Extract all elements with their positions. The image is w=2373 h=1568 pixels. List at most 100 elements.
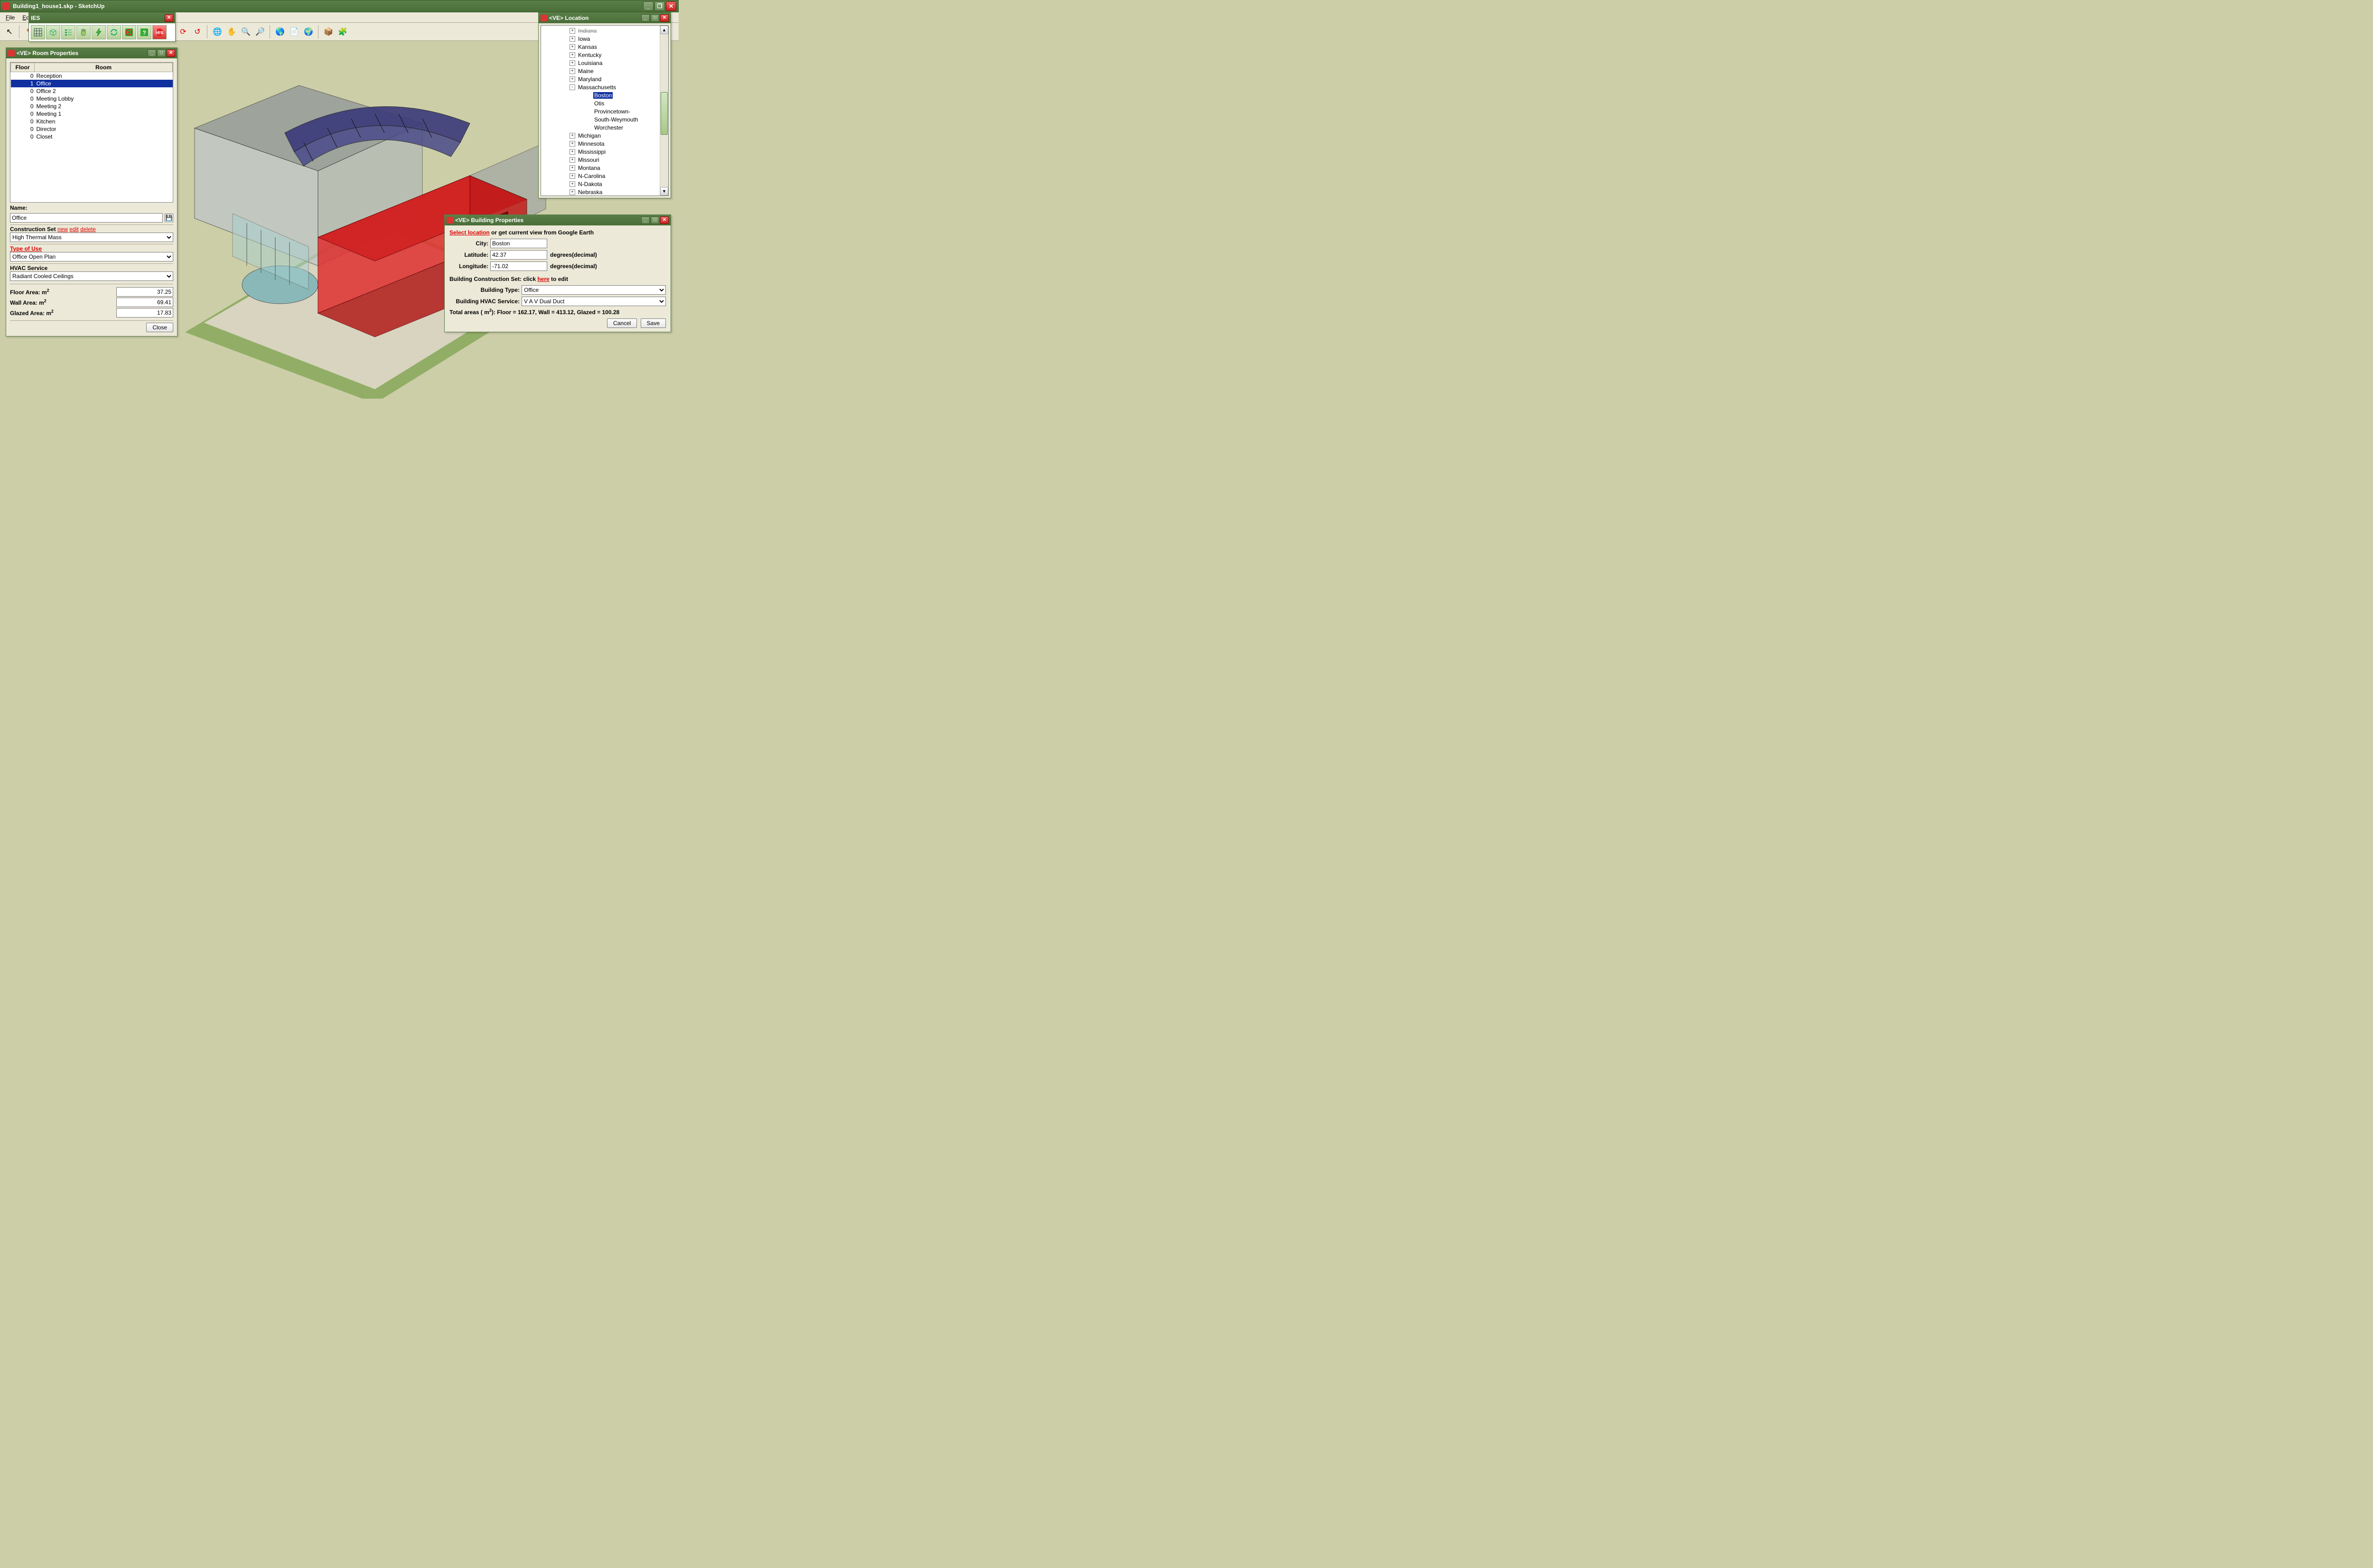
model-3d-view[interactable] — [176, 28, 555, 399]
building-properties-min-button[interactable]: _ — [641, 216, 650, 224]
tree-node[interactable]: +Minnesota — [541, 140, 668, 148]
tree-node[interactable]: +N-Carolina — [541, 172, 668, 180]
scroll-thumb[interactable] — [661, 92, 668, 135]
tree-expand-icon[interactable]: + — [570, 60, 575, 66]
tree-expand-icon[interactable]: + — [570, 189, 575, 195]
table-row[interactable]: 0Meeting 1 — [11, 110, 173, 118]
wall-area-input[interactable] — [116, 298, 173, 307]
building-properties-titlebar[interactable]: <VE> Building Properties _ □ ✕ — [445, 215, 671, 225]
tree-node[interactable]: +Kansas — [541, 43, 668, 51]
lon-input[interactable] — [490, 261, 547, 271]
btype-select[interactable]: Office — [522, 285, 666, 295]
tree-node-label[interactable]: Maryland — [577, 76, 602, 83]
tree-node[interactable]: +Louisiana — [541, 59, 668, 67]
tree-expand-icon[interactable]: - — [570, 84, 575, 90]
window-close-button[interactable]: ✕ — [666, 1, 676, 11]
scroll-down-icon[interactable]: ▼ — [660, 187, 668, 196]
select-tool-icon[interactable]: ↖ — [3, 25, 16, 38]
construction-edit-link[interactable]: edit — [69, 226, 78, 233]
room-properties-max-button[interactable]: □ — [157, 49, 166, 57]
window-minimize-button[interactable]: _ — [643, 1, 654, 11]
location-max-button[interactable]: □ — [651, 14, 659, 22]
tree-expand-icon[interactable]: + — [570, 173, 575, 179]
tree-node[interactable]: Provincetown- — [541, 107, 668, 115]
tree-expand-icon[interactable]: + — [570, 133, 575, 139]
tree-expand-icon[interactable]: + — [570, 165, 575, 171]
bp-cancel-button[interactable]: Cancel — [607, 318, 637, 328]
tree-node[interactable]: +Indiana — [541, 27, 668, 35]
ies-bolt-icon[interactable] — [92, 25, 106, 39]
tree-node-label[interactable]: N-Dakota — [577, 181, 603, 187]
bhvac-select[interactable]: V A V Dual Duct — [522, 297, 666, 306]
room-properties-min-button[interactable]: _ — [148, 49, 156, 57]
tree-expand-icon[interactable]: + — [570, 44, 575, 50]
tree-node-label[interactable]: Massachusetts — [577, 84, 617, 91]
tree-node-label[interactable]: Worchester — [593, 124, 624, 131]
tree-node-label[interactable]: Louisiana — [577, 60, 603, 66]
glazed-area-input[interactable] — [116, 308, 173, 317]
room-properties-close-button[interactable]: ✕ — [167, 49, 175, 57]
tree-node[interactable]: South-Weymouth — [541, 115, 668, 123]
location-min-button[interactable]: _ — [641, 14, 650, 22]
ies-list-icon[interactable] — [61, 25, 75, 39]
window-restore-button[interactable]: ❐ — [654, 1, 665, 11]
tree-expand-icon[interactable]: + — [570, 52, 575, 58]
room-table-header-room[interactable]: Room — [35, 63, 173, 72]
ies-close-button[interactable]: ✕ — [165, 14, 173, 22]
ies-logo-icon[interactable]: ies — [152, 25, 167, 39]
construction-new-link[interactable]: new — [57, 226, 68, 233]
table-row[interactable]: 0Meeting Lobby — [11, 95, 173, 103]
select-location-link[interactable]: Select location — [449, 229, 490, 236]
room-table-header-floor[interactable]: Floor — [11, 63, 35, 72]
tree-expand-icon[interactable]: + — [570, 181, 575, 187]
room-close-button[interactable]: Close — [146, 323, 173, 332]
ies-help-icon[interactable]: ? — [137, 25, 151, 39]
menu-file[interactable]: File — [2, 13, 19, 22]
tree-node-label[interactable]: Provincetown- — [593, 108, 631, 115]
ies-grid-icon[interactable] — [31, 25, 45, 39]
tree-node-label[interactable]: N-Carolina — [577, 173, 606, 179]
table-row[interactable]: 0Closet — [11, 133, 173, 140]
name-input[interactable] — [10, 213, 163, 223]
tree-node-label[interactable]: Kansas — [577, 44, 598, 50]
room-properties-titlebar[interactable]: <VE> Room Properties _ □ ✕ — [6, 48, 177, 58]
tree-node[interactable]: +Montana — [541, 164, 668, 172]
tree-node[interactable]: +Maine — [541, 67, 668, 75]
tree-expand-icon[interactable]: + — [570, 28, 575, 34]
location-titlebar[interactable]: <VE> Location _ □ ✕ — [539, 13, 671, 23]
location-close-button[interactable]: ✕ — [660, 14, 669, 22]
bp-save-button[interactable]: Save — [641, 318, 666, 328]
room-table[interactable]: Floor Room 0Reception1Office0Office 20Me… — [10, 62, 173, 203]
tree-node[interactable]: Otis — [541, 99, 668, 107]
tree-node[interactable]: +Missouri — [541, 156, 668, 164]
tree-node[interactable]: Boston — [541, 91, 668, 99]
tree-node[interactable]: +Nebraska — [541, 188, 668, 196]
table-row[interactable]: 0Meeting 2 — [11, 103, 173, 110]
tree-node-label[interactable]: Mississippi — [577, 149, 607, 155]
construction-set-select[interactable]: High Thermal Mass — [10, 233, 173, 242]
tree-node-label[interactable]: Kentucky — [577, 52, 602, 58]
table-row[interactable]: 0Office 2 — [11, 87, 173, 95]
tree-node-label[interactable]: Iowa — [577, 36, 591, 42]
table-row[interactable]: 0Kitchen — [11, 118, 173, 125]
tree-expand-icon[interactable]: + — [570, 68, 575, 74]
tree-node[interactable]: +N-Dakota — [541, 180, 668, 188]
tree-expand-icon[interactable]: + — [570, 36, 575, 42]
tree-node-label[interactable]: Otis — [593, 100, 605, 107]
scroll-up-icon[interactable]: ▲ — [660, 26, 668, 34]
table-row[interactable]: 0Director — [11, 125, 173, 133]
tree-node-label[interactable]: Indiana — [577, 28, 598, 34]
ies-toolbar-title[interactable]: IES ✕ — [29, 13, 175, 23]
tree-node[interactable]: +Mississippi — [541, 148, 668, 156]
ies-target-icon[interactable] — [122, 25, 136, 39]
tree-node-label[interactable]: Missouri — [577, 157, 600, 163]
ies-sync-icon[interactable] — [107, 25, 121, 39]
tree-node-label[interactable]: Michigan — [577, 132, 602, 139]
construction-delete-link[interactable]: delete — [80, 226, 96, 233]
building-properties-max-button[interactable]: □ — [651, 216, 659, 224]
tree-node[interactable]: Worchester — [541, 123, 668, 131]
ies-hand-icon[interactable] — [76, 25, 91, 39]
hvac-select[interactable]: Radiant Cooled Ceilings — [10, 271, 173, 281]
tree-node-label[interactable]: Maine — [577, 68, 595, 75]
tree-expand-icon[interactable]: + — [570, 76, 575, 82]
